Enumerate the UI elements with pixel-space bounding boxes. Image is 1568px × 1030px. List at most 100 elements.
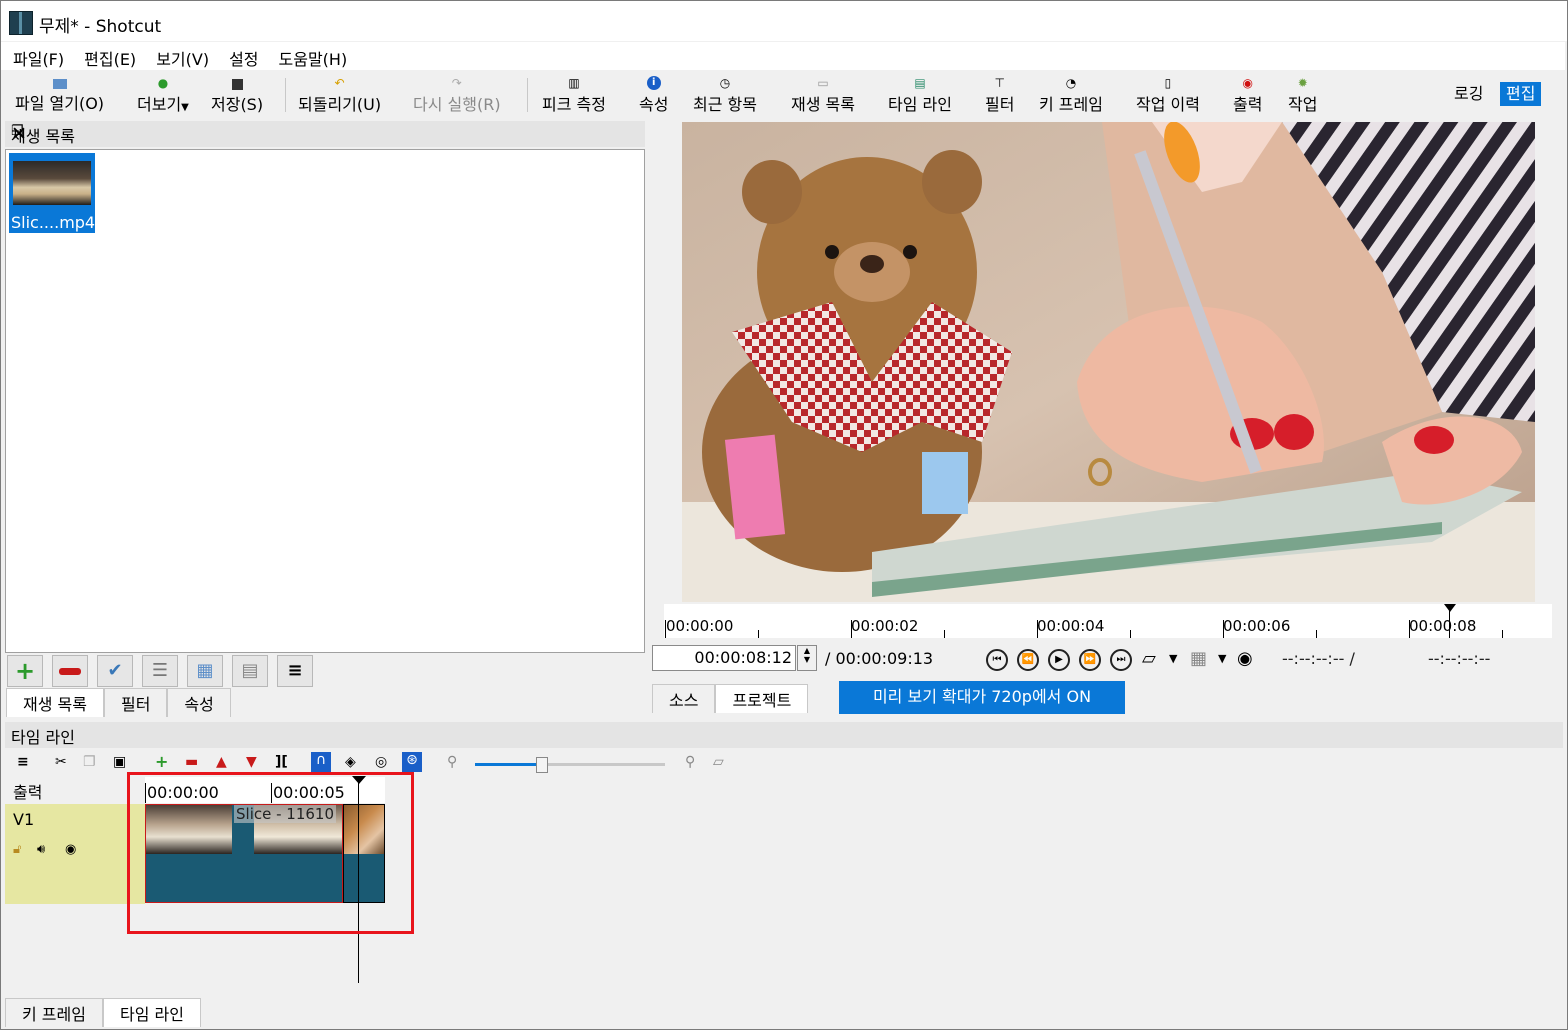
ripple-icon[interactable]: ◎ xyxy=(375,754,387,770)
jobs-button[interactable]: ✹ 작업 xyxy=(1288,72,1317,116)
zoom-fit-icon[interactable]: ▱ xyxy=(713,754,724,770)
recent-icon: ◷ xyxy=(719,76,731,90)
timeline-button[interactable]: ▤ 타임 라인 xyxy=(888,72,952,116)
tiles-view-icon[interactable]: ▦ xyxy=(187,655,223,687)
tab-properties[interactable]: 속성 xyxy=(167,688,231,717)
menu-icon[interactable]: ≡ xyxy=(277,655,313,687)
tab-project[interactable]: 프로젝트 xyxy=(715,684,809,713)
ripple-all-icon[interactable]: ⊛ xyxy=(402,752,422,772)
menu-icon[interactable]: ≡ xyxy=(17,754,29,770)
playlist-tabs: 재생 목록 필터 속성 xyxy=(6,688,231,717)
menu-edit[interactable]: 편집(E) xyxy=(72,42,144,70)
dropdown-arrow-icon: ▼ xyxy=(181,102,189,113)
clip-thumbnail xyxy=(13,161,91,205)
undo-button[interactable]: ↶ 되돌리기(U) xyxy=(298,72,381,116)
dropdown-arrow-icon[interactable]: ▼ xyxy=(1218,652,1226,665)
menu-settings[interactable]: 설정 xyxy=(217,42,266,70)
v1-track-header[interactable]: V1 🔓︎ 🔊︎ ◉ xyxy=(5,804,145,904)
info-icon: i xyxy=(646,76,661,90)
open-file-button[interactable]: 파일 열기(O) xyxy=(15,72,104,116)
append-icon[interactable]: + xyxy=(155,752,168,771)
filter-icon: ⊤ xyxy=(994,76,1005,90)
dropdown-arrow-icon[interactable]: ▼ xyxy=(1169,652,1177,665)
annotation-highlight-box xyxy=(127,772,414,934)
split-icon[interactable]: ][ xyxy=(275,754,288,770)
export-button[interactable]: ◉ 출력 xyxy=(1233,72,1262,116)
play-icon[interactable]: ▶ xyxy=(1048,649,1070,671)
timeline-zoom-handle[interactable] xyxy=(536,757,548,773)
filters-button[interactable]: ⊤ 필터 xyxy=(985,72,1014,116)
volume-icon[interactable]: ▱ xyxy=(1142,648,1156,669)
bottom-tabs: 키 프레임 타임 라인 xyxy=(5,998,201,1027)
ripple-delete-icon[interactable]: ▬ xyxy=(185,754,198,770)
recent-button[interactable]: ◷ 최근 항목 xyxy=(693,72,757,116)
tab-keyframes[interactable]: 키 프레임 xyxy=(5,998,103,1027)
history-icon: ▯ xyxy=(1164,76,1172,90)
menu-bar: 파일(F) 편집(E) 보기(V) 설정 도움말(H) xyxy=(1,42,1565,70)
toolbar-separator xyxy=(527,78,528,112)
menu-view[interactable]: 보기(V) xyxy=(144,42,217,70)
snap-icon[interactable]: ∩ xyxy=(311,752,331,772)
scrub-drag-icon[interactable]: ◈ xyxy=(345,754,356,770)
editing-mode-button[interactable]: 편집 xyxy=(1500,82,1542,106)
track-name: V1 xyxy=(13,810,35,829)
undo-icon: ↶ xyxy=(334,76,345,90)
details-view-icon[interactable]: ☰ xyxy=(142,655,178,687)
zoom-in-icon[interactable]: ⚲ xyxy=(685,754,695,770)
preview-scaling-notice[interactable]: 미리 보기 확대가 720p에서 ON xyxy=(839,681,1125,714)
zoom-icon[interactable]: ◉ xyxy=(1237,648,1253,669)
menu-file[interactable]: 파일(F) xyxy=(1,42,72,70)
position-timecode-input[interactable]: 00:00:08:12 xyxy=(652,645,796,671)
menu-help[interactable]: 도움말(H) xyxy=(267,42,356,70)
zoom-out-icon[interactable]: ⚲ xyxy=(447,754,457,770)
timecode-spinner[interactable]: ▲ ▼ xyxy=(797,645,817,671)
playlist-button[interactable]: ▭ 재생 목록 xyxy=(791,72,855,116)
redo-button[interactable]: ↷ 다시 실행(R) xyxy=(413,72,501,116)
video-preview[interactable] xyxy=(682,122,1535,602)
cut-icon[interactable]: ✂ xyxy=(55,754,67,770)
overwrite-icon[interactable]: ▼ xyxy=(246,754,257,770)
folder-icon xyxy=(52,79,67,89)
eye-icon[interactable]: ◉ xyxy=(65,842,76,857)
rewind-icon[interactable]: ⏪ xyxy=(1017,649,1039,671)
properties-button[interactable]: i 속성 xyxy=(639,72,668,116)
keyframes-button[interactable]: ◔ 키 프레임 xyxy=(1039,72,1103,116)
open-other-button[interactable]: ● 더보기▼ xyxy=(137,72,189,116)
paste-icon[interactable]: ▣ xyxy=(113,754,126,770)
player-tabs: 소스 프로젝트 xyxy=(652,684,809,713)
playlist-area[interactable]: Slic....mp4 xyxy=(5,149,645,653)
tab-playlist[interactable]: 재생 목록 xyxy=(6,688,104,717)
output-track-header[interactable]: 출력 xyxy=(5,777,145,803)
timeline-dock-title: 타임 라인 xyxy=(5,722,1563,748)
grid-icon[interactable]: ▦ xyxy=(1190,648,1207,669)
close-icon[interactable]: ✕ xyxy=(11,123,635,145)
lift-icon[interactable]: ▲ xyxy=(216,754,227,770)
player-scrub-bar[interactable]: 00:00:00 00:00:02 00:00:04 00:00:06 00:0… xyxy=(664,604,1552,638)
icons-view-icon[interactable]: ▤ xyxy=(232,655,268,687)
skip-previous-icon[interactable]: ⏮ xyxy=(986,649,1008,671)
tab-filters[interactable]: 필터 xyxy=(103,688,168,717)
playlist-item[interactable]: Slic....mp4 xyxy=(9,153,95,233)
tab-source[interactable]: 소스 xyxy=(652,684,716,713)
add-icon[interactable]: + xyxy=(7,655,43,687)
tab-timeline[interactable]: 타임 라인 xyxy=(102,998,201,1027)
remove-icon[interactable] xyxy=(52,655,88,687)
mute-icon[interactable]: 🔊︎ xyxy=(37,842,45,857)
history-button[interactable]: ▯ 작업 이력 xyxy=(1136,72,1200,116)
duration-label: / 00:00:09:13 xyxy=(825,649,934,668)
in-point-label: --:--:--:-- / xyxy=(1282,649,1355,668)
copy-icon[interactable]: ❐ xyxy=(83,754,96,770)
shotcut-app-icon xyxy=(9,11,33,35)
skip-next-icon[interactable]: ⏭ xyxy=(1110,649,1132,671)
timeline-zoom-fill xyxy=(475,763,541,766)
stopwatch-icon: ◔ xyxy=(1065,76,1077,90)
logging-mode-button[interactable]: 로깅 xyxy=(1448,82,1489,106)
update-check-icon[interactable]: ✔ xyxy=(97,655,133,687)
peak-meter-button[interactable]: ▥ 피크 측정 xyxy=(542,72,606,116)
floppy-icon xyxy=(231,79,243,90)
fast-forward-icon[interactable]: ⏩ xyxy=(1079,649,1101,671)
out-point-label: --:--:--:-- xyxy=(1428,649,1491,668)
lock-icon[interactable]: 🔓︎ xyxy=(13,842,21,857)
save-button[interactable]: 저장(S) xyxy=(211,72,263,116)
meter-icon: ▥ xyxy=(568,76,580,90)
